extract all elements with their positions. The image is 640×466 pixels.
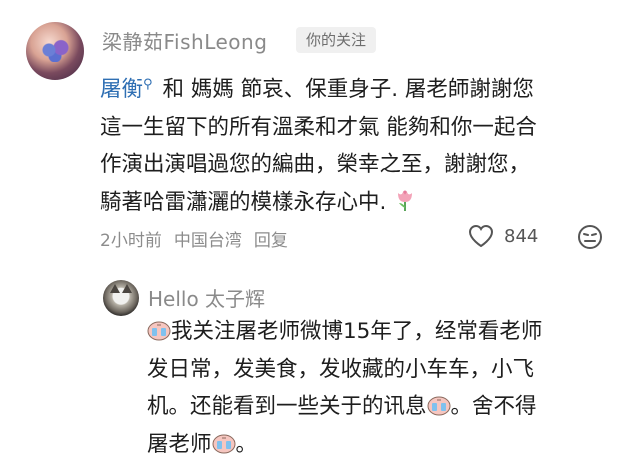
author-avatar[interactable] xyxy=(26,22,84,80)
comment-location: 中国台湾 xyxy=(173,231,242,251)
like-count: 844 xyxy=(504,225,539,247)
comment-line: 作演出演唱過您的編曲，榮幸之至，謝謝您， xyxy=(100,152,531,178)
cat-ear xyxy=(110,284,120,293)
tulip-icon xyxy=(394,187,416,211)
reply-author-name[interactable]: Hello 太子辉 xyxy=(148,283,265,312)
comment-line: 騎著哈雷瀟灑的模樣永存心中. xyxy=(100,189,387,215)
reply-button[interactable]: 回复 xyxy=(254,231,288,251)
comment-line: 和 媽媽 節哀、保重身子. 屠老師謝謝您 xyxy=(162,77,534,103)
search-link-icon: ⚲ xyxy=(143,77,153,92)
comment-meta: 2小时前 中国台湾 回复 xyxy=(100,226,300,251)
reply-line: 。 xyxy=(235,431,258,457)
reply-line: 屠老师 xyxy=(147,431,212,457)
emoji-react-button[interactable] xyxy=(576,223,604,255)
flower-decoration xyxy=(40,38,70,62)
following-badge: 你的关注 xyxy=(296,27,377,53)
comment-line: 這一生留下的所有溫柔和才氣 能夠和你一起合 xyxy=(100,114,537,140)
reply-author-avatar[interactable] xyxy=(103,280,139,316)
comment-author-name[interactable]: 梁静茹FishLeong xyxy=(102,26,267,55)
reply-line: 发日常，发美食，发收藏的小车车，小飞 xyxy=(147,356,535,382)
reply-body: 我关注屠老师微博15年了，经常看老师 发日常，发美食，发收藏的小车车，小飞 机。… xyxy=(147,313,607,463)
reply-line: 我关注屠老师微博15年了，经常看老师 xyxy=(171,319,543,344)
crying-face-icon xyxy=(212,429,236,453)
mention-link[interactable]: 屠衡 xyxy=(100,77,143,102)
heart-icon xyxy=(468,224,494,248)
cat-ear xyxy=(122,284,132,293)
like-button[interactable]: 844 xyxy=(468,224,538,248)
reply-line: 机。还能看到一些关于的讯息 xyxy=(147,394,427,419)
crying-face-icon xyxy=(427,391,451,416)
crying-face-icon xyxy=(147,316,171,341)
comment-body: 屠衡⚲ 和 媽媽 節哀、保重身子. 屠老師謝謝您 這一生留下的所有溫柔和才氣 能夠… xyxy=(100,66,620,221)
comment-time: 2小时前 xyxy=(100,231,162,251)
emoji-react-icon xyxy=(578,225,602,249)
reply-line: 。舍不得 xyxy=(450,394,537,419)
